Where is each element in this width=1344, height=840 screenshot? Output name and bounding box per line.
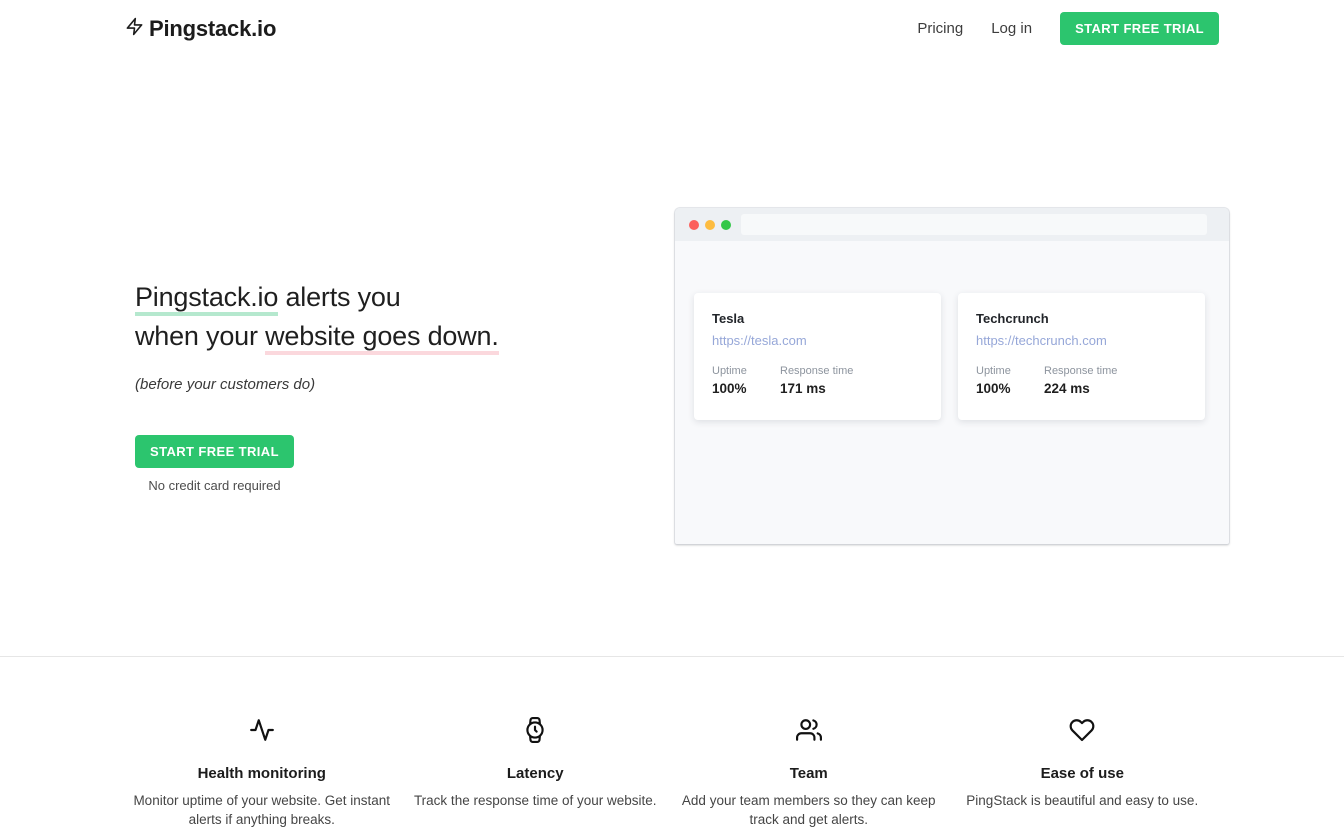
uptime-value: 100% [976, 381, 1044, 396]
feature-health-monitoring: Health monitoring Monitor uptime of your… [125, 717, 399, 829]
hero-subheading: (before your customers do) [135, 376, 499, 393]
no-credit-card-note: No credit card required [148, 478, 280, 493]
response-time-label: Response time [1044, 365, 1117, 377]
response-time-value: 171 ms [780, 381, 853, 396]
heart-icon [1069, 730, 1095, 747]
feature-latency: Latency Track the response time of your … [399, 717, 673, 829]
monitor-name: Tesla [712, 311, 923, 326]
monitor-name: Techcrunch [976, 311, 1187, 326]
monitor-url: https://tesla.com [712, 333, 923, 348]
features-section: Health monitoring Monitor uptime of your… [0, 656, 1344, 840]
browser-titlebar [675, 208, 1229, 241]
hero-start-trial-button[interactable]: START FREE TRIAL [135, 435, 294, 468]
activity-icon [249, 730, 275, 747]
hero-line2-prefix: when your [135, 321, 265, 351]
uptime-value: 100% [712, 381, 780, 396]
response-time-label: Response time [780, 365, 853, 377]
header-nav: Pricing Log in START FREE TRIAL [917, 12, 1219, 45]
feature-title: Latency [399, 765, 673, 782]
header-start-trial-button[interactable]: START FREE TRIAL [1060, 12, 1219, 45]
feature-ease-of-use: Ease of use PingStack is beautiful and e… [946, 717, 1220, 829]
hero-section: Pingstack.io alerts you when your website… [0, 56, 1344, 656]
feature-team: Team Add your team members so they can k… [672, 717, 946, 829]
hero-brand-highlight: Pingstack.io [135, 282, 278, 316]
hero-down-highlight: website goes down. [265, 321, 499, 355]
monitor-url: https://techcrunch.com [976, 333, 1187, 348]
feature-title: Team [672, 765, 946, 782]
response-time-value: 224 ms [1044, 381, 1117, 396]
feature-description: PingStack is beautiful and easy to use. [951, 791, 1213, 810]
close-dot-icon [689, 220, 699, 230]
monitor-card-tesla[interactable]: Tesla https://tesla.com Uptime 100% Resp… [694, 293, 941, 420]
nav-link-login[interactable]: Log in [991, 20, 1032, 37]
uptime-label: Uptime [976, 365, 1044, 377]
nav-link-pricing[interactable]: Pricing [917, 20, 963, 37]
uptime-label: Uptime [712, 365, 780, 377]
watch-icon [522, 730, 548, 747]
maximize-dot-icon [721, 220, 731, 230]
minimize-dot-icon [705, 220, 715, 230]
feature-description: Monitor uptime of your website. Get inst… [131, 791, 393, 829]
feature-description: Track the response time of your website. [404, 791, 666, 810]
feature-title: Ease of use [946, 765, 1220, 782]
hero-heading: Pingstack.io alerts you when your website… [135, 278, 499, 356]
browser-mockup: Tesla https://tesla.com Uptime 100% Resp… [675, 208, 1229, 544]
feature-description: Add your team members so they can keep t… [678, 791, 940, 829]
monitor-card-techcrunch[interactable]: Techcrunch https://techcrunch.com Uptime… [958, 293, 1205, 420]
zap-icon [125, 17, 144, 41]
logo[interactable]: Pingstack.io [125, 16, 276, 42]
monitor-cards: Tesla https://tesla.com Uptime 100% Resp… [694, 293, 1205, 420]
feature-title: Health monitoring [125, 765, 399, 782]
users-icon [796, 730, 822, 747]
hero-line1-rest: alerts you [278, 282, 400, 312]
address-bar [741, 214, 1207, 235]
logo-text: Pingstack.io [149, 16, 276, 42]
header: Pingstack.io Pricing Log in START FREE T… [0, 0, 1344, 56]
